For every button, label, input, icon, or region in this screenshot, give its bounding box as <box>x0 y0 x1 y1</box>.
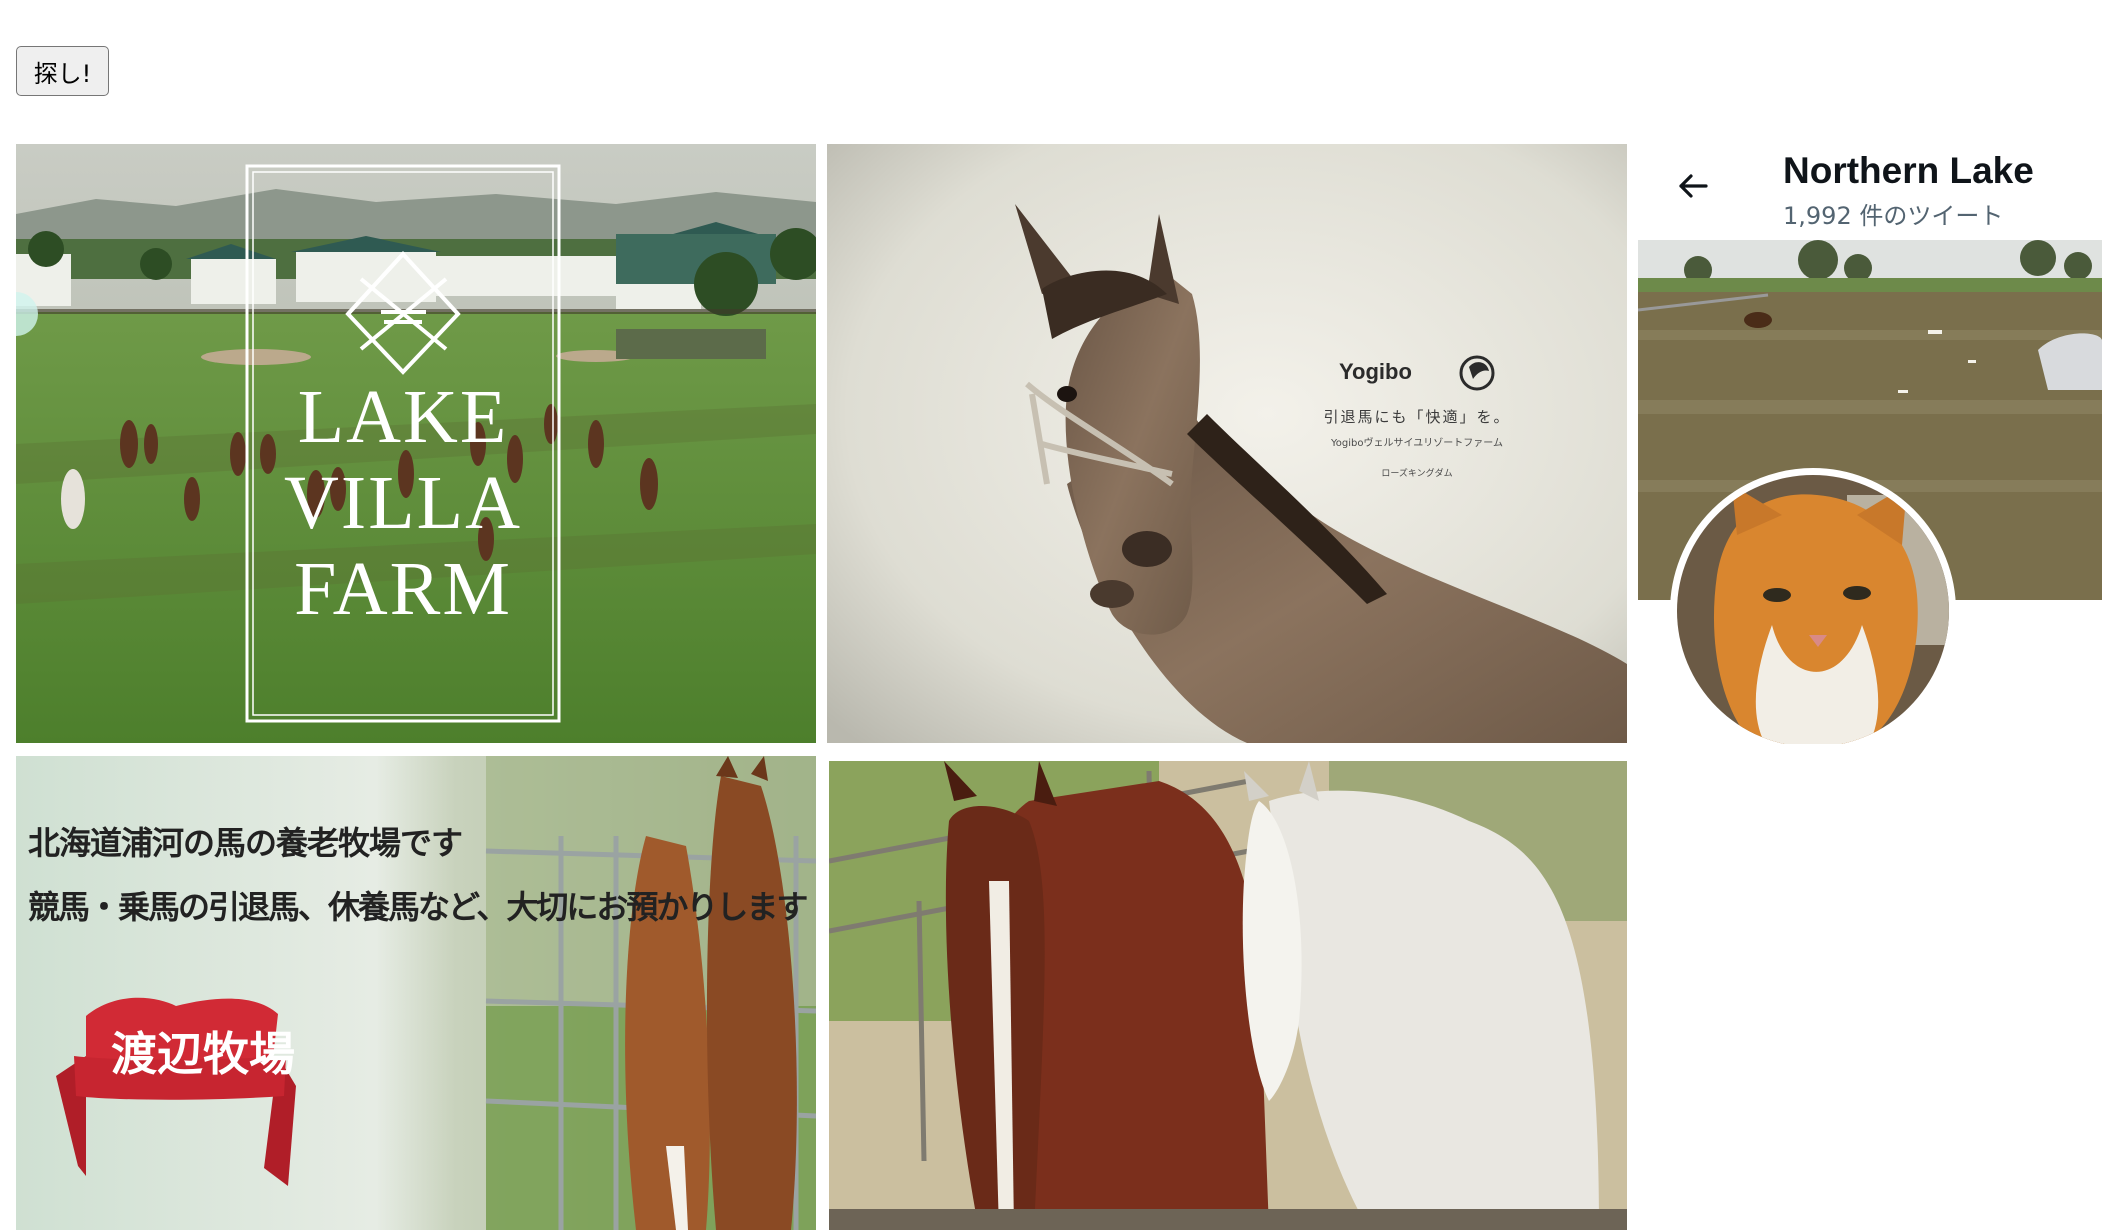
search-button[interactable]: 探し! <box>16 46 109 96</box>
yogibo-caption: ローズキングダム <box>1381 469 1453 479</box>
profile-avatar[interactable] <box>1670 468 1956 744</box>
yogibo-subline: Yogiboヴェルサイユリゾートファーム <box>1331 438 1503 449</box>
logo-text-farm: FARM <box>294 547 512 631</box>
yogibo-brand-text: Yogibo <box>1339 359 1412 384</box>
two-horses-image <box>829 761 1627 1230</box>
tweet-count: 1,992 件のツイート <box>1783 202 2004 230</box>
logo-text-villa: VILLA <box>284 461 522 545</box>
watanabe-tagline-2: 競馬・乗馬の引退馬、休養馬など、大切にお預かりします <box>28 888 808 926</box>
watanabe-tagline-1: 北海道浦河の馬の養老牧場です <box>28 824 463 862</box>
image-tile-two-horses[interactable] <box>829 761 1627 1230</box>
logo-text-lake: LAKE <box>297 375 509 459</box>
back-arrow-icon[interactable] <box>1673 166 1713 206</box>
image-tile-watanabe-farm[interactable]: 北海道浦河の馬の養老牧場です 競馬・乗馬の引退馬、休養馬など、大切にお預かりしま… <box>16 756 816 1230</box>
watanabe-ribbon-text: 渡辺牧場 <box>111 1027 295 1081</box>
image-tile-lake-villa-farm[interactable]: LAKE VILLA FARM <box>16 144 816 743</box>
image-tile-yogibo-horse[interactable]: Yogibo 引退馬にも「快適」を。 Yogiboヴェルサイユリゾートファーム … <box>827 144 1627 743</box>
profile-name: Northern Lake <box>1783 150 2034 191</box>
yogibo-headline: 引退馬にも「快適」を。 <box>1323 408 1511 426</box>
twitter-profile-panel: Northern Lake 1,992 件のツイート <box>1637 144 2102 744</box>
